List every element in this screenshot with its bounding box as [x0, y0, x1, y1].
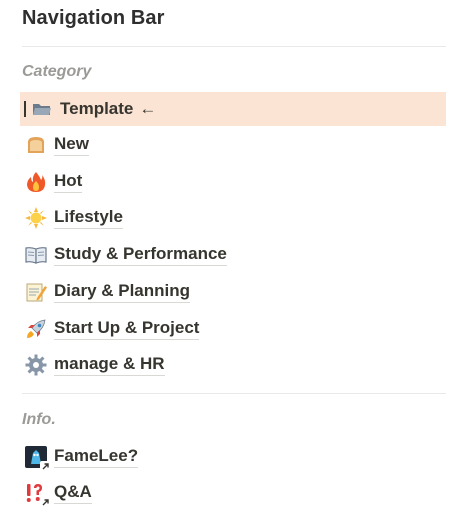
avatar-link-icon: [24, 445, 51, 472]
external-link-icon: [40, 497, 51, 508]
nav-item-manage-hr[interactable]: manage & HR: [20, 348, 446, 382]
nav-item-diary-planning[interactable]: Diary & Planning: [20, 275, 446, 309]
nav-item-qa[interactable]: Q&A: [20, 476, 446, 510]
nav-item-label: Start Up & Project: [54, 318, 200, 340]
active-marker: [24, 101, 26, 117]
nav-item-label: FameLee?: [54, 446, 139, 468]
section-label-info: Info.: [22, 411, 56, 428]
fire-icon: [24, 170, 48, 194]
nav-item-label: Diary & Planning: [54, 281, 191, 303]
nav-item-startup-project[interactable]: Start Up & Project: [20, 312, 446, 346]
rocket-icon: [24, 317, 48, 341]
bread-icon: [24, 133, 48, 157]
nav-item-label: Q&A: [54, 482, 92, 504]
memo-icon: [24, 280, 48, 304]
nav-item-hot[interactable]: Hot: [20, 165, 446, 199]
book-icon: [24, 243, 48, 267]
section-label-category: Category: [22, 63, 92, 80]
nav-item-lifestyle[interactable]: Lifestyle: [20, 201, 446, 235]
left-arrow-icon: ←: [139, 99, 157, 118]
divider: [22, 393, 446, 394]
sun-icon: [24, 206, 48, 230]
nav-item-template[interactable]: Template ←: [20, 92, 446, 126]
gear-icon: [24, 353, 48, 377]
exclamation-question-link-icon: [24, 481, 51, 508]
divider: [22, 46, 446, 47]
nav-item-label: manage & HR: [54, 354, 165, 376]
nav-item-label: Study & Performance: [54, 244, 227, 266]
external-link-icon: [40, 461, 51, 472]
nav-item-label: Hot: [54, 171, 83, 193]
nav-item-study-performance[interactable]: Study & Performance: [20, 238, 446, 272]
nav-item-famelee[interactable]: FameLee?: [20, 440, 446, 474]
nav-item-label: Lifestyle: [54, 207, 123, 229]
nav-item-label: Template: [60, 98, 134, 118]
page-title: Navigation Bar: [22, 7, 165, 29]
nav-item-new[interactable]: New: [20, 128, 446, 162]
nav-item-label: New: [54, 134, 89, 156]
folder-icon: [30, 97, 54, 121]
